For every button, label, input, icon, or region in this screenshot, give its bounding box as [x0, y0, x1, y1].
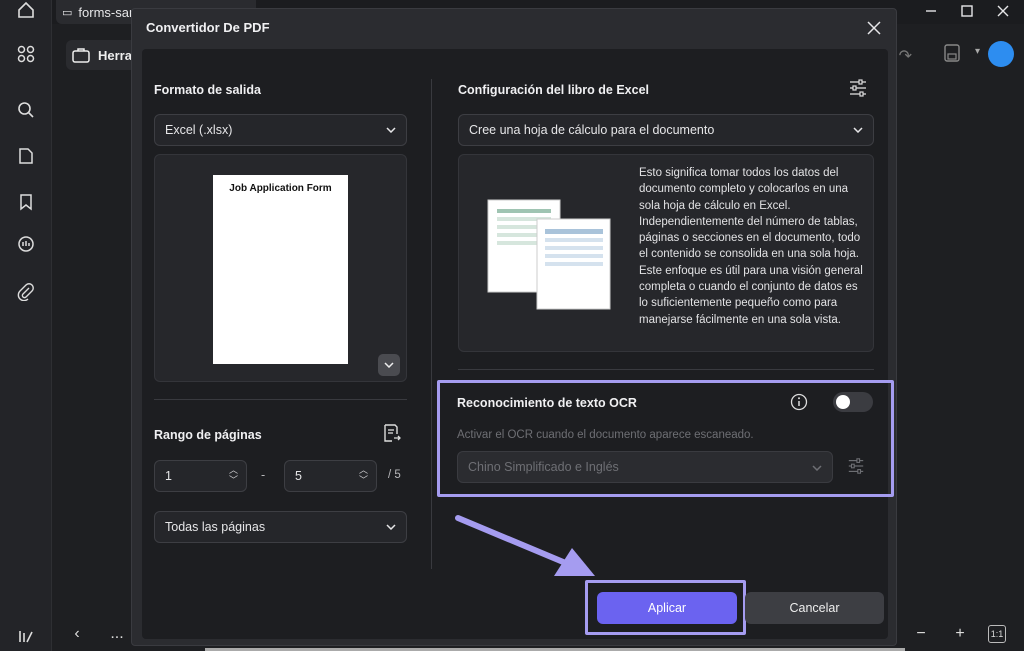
search-icon[interactable]: [10, 94, 42, 126]
annotation-arrow-icon: [455, 515, 595, 576]
page-range-select[interactable]: Todas las páginas: [154, 511, 407, 543]
document-preview: Job Application Form: [154, 154, 407, 382]
comment-icon[interactable]: [10, 228, 42, 260]
apps-grid-icon[interactable]: [10, 38, 42, 70]
page-icon[interactable]: [10, 140, 42, 172]
preview-page: Job Application Form: [213, 175, 348, 364]
excel-mode-select[interactable]: Cree una hoja de cálculo para el documen…: [458, 114, 874, 146]
window-close-icon[interactable]: [988, 0, 1018, 22]
excel-mode-description-box: Esto significa tomar todos los datos del…: [458, 154, 874, 352]
toggle-knob: [836, 395, 850, 409]
page-range-value: Todas las páginas: [165, 520, 266, 534]
actual-size-button[interactable]: 1:1: [988, 625, 1006, 643]
maximize-icon[interactable]: [952, 0, 982, 22]
ai-assistant-icon[interactable]: [988, 41, 1014, 67]
apply-button[interactable]: Aplicar: [597, 592, 737, 624]
preview-expand-button[interactable]: [378, 354, 400, 376]
output-format-select[interactable]: Excel (.xlsx): [154, 114, 407, 146]
output-format-value: Excel (.xlsx): [165, 123, 233, 137]
chevron-down-icon: [812, 465, 822, 471]
toolbox-icon: [72, 48, 90, 63]
page-from-stepper[interactable]: 1 ︿ ﹀: [154, 460, 247, 492]
ocr-toggle[interactable]: [833, 392, 873, 412]
page-range-settings-icon[interactable]: [382, 423, 404, 445]
tools-label: Herra: [98, 47, 132, 63]
home-icon[interactable]: [10, 0, 42, 26]
preview-page-title: Job Application Form: [229, 183, 332, 194]
stepper-arrows-icon[interactable]: ︿ ﹀: [229, 465, 238, 485]
ocr-hint: Activar el OCR cuando el documento apare…: [457, 429, 754, 441]
dialog-title: Convertidor De PDF: [146, 20, 270, 35]
dialog-close-icon[interactable]: [862, 16, 886, 40]
redo-icon[interactable]: ↷: [899, 46, 912, 66]
zoom-in-icon[interactable]: +: [947, 621, 973, 647]
page-to-stepper[interactable]: 5 ︿ ﹀: [284, 460, 377, 492]
bookmark-icon[interactable]: [10, 186, 42, 218]
save-menu-chevron-icon[interactable]: ▾: [975, 46, 980, 57]
right-divider: [458, 369, 874, 370]
minimize-icon[interactable]: [916, 0, 946, 22]
page-range-separator: -: [261, 468, 266, 482]
excel-mode-description: Esto significa tomar todos los datos del…: [639, 167, 863, 326]
panel-toggle-icon[interactable]: [10, 620, 42, 651]
page-to-value: 5: [295, 469, 302, 483]
attachment-icon[interactable]: [10, 276, 42, 308]
stepper-arrows-icon[interactable]: ︿ ﹀: [359, 465, 368, 485]
excel-config-title: Configuración del libro de Excel: [458, 83, 650, 97]
ocr-language-value: Chino Simplificado e Inglés: [468, 460, 619, 474]
tab-title: forms-san: [78, 4, 137, 20]
zoom-out-icon[interactable]: −: [908, 621, 934, 647]
prev-page-icon[interactable]: ‹: [64, 621, 90, 647]
page-range-title: Rango de páginas: [154, 428, 262, 442]
excel-settings-sliders-icon[interactable]: [848, 79, 870, 99]
ocr-language-select[interactable]: Chino Simplificado e Inglés: [457, 451, 833, 483]
ocr-settings-sliders-icon[interactable]: [847, 457, 867, 477]
more-options[interactable]: ...: [104, 621, 130, 647]
tab-doc-icon: ▭: [62, 6, 73, 19]
output-format-title: Formato de salida: [154, 83, 261, 97]
spreadsheet-illustration-icon: [487, 199, 611, 310]
chevron-down-icon: [386, 524, 396, 530]
excel-mode-value: Cree una hoja de cálculo para el documen…: [469, 123, 715, 137]
page-total: / 5: [388, 469, 401, 481]
cancel-button[interactable]: Cancelar: [745, 592, 884, 624]
chevron-down-icon: [386, 127, 396, 133]
page-from-value: 1: [165, 469, 172, 483]
chevron-down-icon: [384, 362, 394, 368]
save-icon[interactable]: [944, 44, 962, 64]
ocr-title: Reconocimiento de texto OCR: [457, 396, 637, 410]
left-rail: [0, 0, 52, 651]
left-divider: [154, 399, 407, 400]
chevron-down-icon: [853, 127, 863, 133]
info-icon[interactable]: [790, 393, 808, 411]
column-divider: [431, 79, 432, 569]
